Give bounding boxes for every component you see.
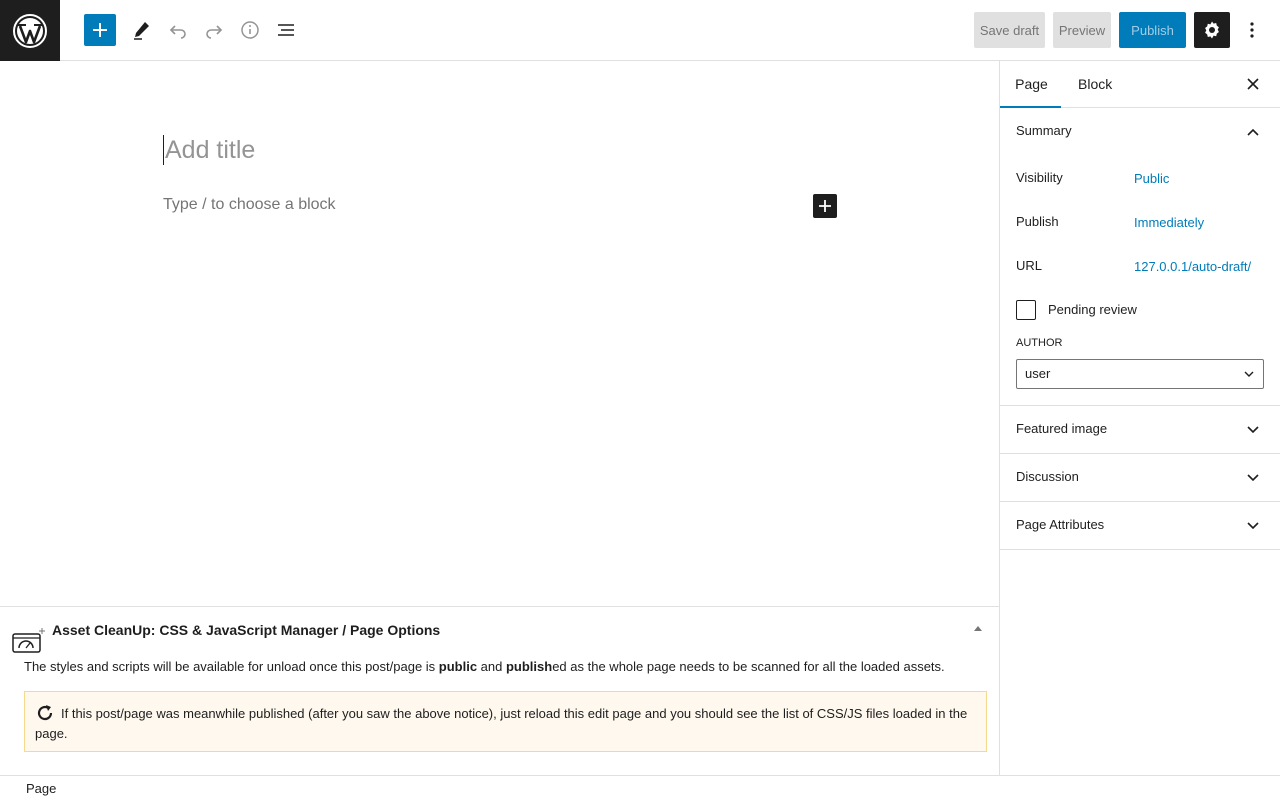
pending-review-label: Pending review [1048, 302, 1137, 317]
inline-add-block-button[interactable] [813, 194, 837, 218]
plus-icon [93, 23, 107, 37]
publish-date-value[interactable]: Immediately [1134, 215, 1204, 230]
tab-page[interactable]: Page [1000, 61, 1061, 108]
sidebar-tabs: Page Block [1000, 61, 1280, 108]
info-icon [241, 21, 259, 39]
pencil-icon [134, 22, 149, 40]
reload-icon [37, 705, 53, 721]
chevron-down-icon [1243, 468, 1263, 488]
publish-button[interactable]: Publish [1119, 12, 1186, 48]
undo-icon [169, 25, 186, 39]
asset-cleanup-icon [12, 628, 45, 653]
title-input[interactable]: Add title [163, 135, 255, 165]
reload-notice-text: If this post/page was meanwhile publishe… [35, 706, 968, 741]
bold-publish: publish [505, 659, 553, 674]
discussion-title: Discussion [1016, 469, 1079, 484]
tools-button[interactable] [126, 14, 158, 46]
asset-cleanup-metabox: Asset CleanUp: CSS & JavaScript Manager … [0, 606, 999, 775]
bold-public: public [438, 659, 478, 674]
block-placeholder[interactable]: Type / to choose a block [163, 196, 336, 214]
author-select[interactable]: user [1016, 359, 1264, 389]
visibility-label: Visibility [1016, 170, 1063, 185]
description-part-3: ed as the whole page needs to be scanned… [552, 659, 945, 674]
summary-title: Summary [1016, 123, 1072, 138]
discussion-panel-toggle[interactable]: Discussion [1000, 454, 1280, 502]
preview-button[interactable]: Preview [1053, 12, 1111, 48]
chevron-up-icon [1243, 122, 1263, 142]
page-attributes-title: Page Attributes [1016, 517, 1105, 532]
close-sidebar-button[interactable] [1243, 74, 1263, 94]
chevron-down-icon [1244, 371, 1254, 377]
url-value[interactable]: 127.0.0.1/auto-draft/ [1134, 259, 1251, 274]
page-attributes-panel-toggle[interactable]: Page Attributes [1000, 502, 1280, 550]
author-select-value: user [1025, 366, 1051, 381]
redo-button[interactable] [198, 14, 230, 46]
settings-button[interactable] [1194, 12, 1230, 48]
editor-canvas: Add title Type / to choose a block [0, 61, 999, 606]
summary-panel-toggle[interactable]: Summary [1000, 108, 1280, 156]
url-label: URL [1016, 258, 1043, 273]
close-icon [1247, 78, 1259, 90]
editor-footer: Page [0, 775, 1280, 800]
editor-header: Save draft Preview Publish [0, 0, 1280, 61]
undo-button[interactable] [162, 14, 194, 46]
visibility-value[interactable]: Public [1134, 171, 1169, 186]
wordpress-logo-icon[interactable] [0, 0, 60, 61]
redo-icon [206, 25, 223, 39]
settings-sidebar: Page Block Summary Visibility Public Pub… [999, 61, 1280, 775]
caret-up-icon[interactable] [972, 623, 984, 635]
options-button[interactable] [1238, 12, 1266, 48]
gear-icon [1205, 21, 1219, 39]
list-view-icon [278, 24, 294, 36]
metabox-title: Asset CleanUp: CSS & JavaScript Manager … [52, 622, 441, 638]
chevron-down-icon [1243, 420, 1263, 440]
breadcrumb[interactable]: Page [26, 781, 56, 796]
description-part-2: and [477, 659, 506, 674]
pending-review-checkbox[interactable] [1016, 300, 1036, 320]
featured-image-title: Featured image [1016, 421, 1108, 436]
list-view-button[interactable] [270, 14, 302, 46]
tab-block[interactable]: Block [1078, 61, 1112, 108]
chevron-down-icon [1243, 516, 1263, 536]
more-vertical-icon [1250, 22, 1254, 38]
metabox-description: The styles and scripts will be available… [24, 659, 945, 674]
save-draft-button[interactable]: Save draft [974, 12, 1045, 48]
add-block-button[interactable] [84, 14, 116, 46]
description-part-1: The styles and scripts will be available… [24, 659, 439, 674]
author-label: AUTHOR [1016, 337, 1063, 349]
details-button[interactable] [234, 14, 266, 46]
reload-notice: If this post/page was meanwhile publishe… [24, 691, 987, 752]
publish-label: Publish [1016, 214, 1059, 229]
summary-panel-body: Visibility Public Publish Immediately UR… [1000, 156, 1280, 406]
featured-image-panel-toggle[interactable]: Featured image [1000, 406, 1280, 454]
plus-icon [819, 200, 831, 212]
